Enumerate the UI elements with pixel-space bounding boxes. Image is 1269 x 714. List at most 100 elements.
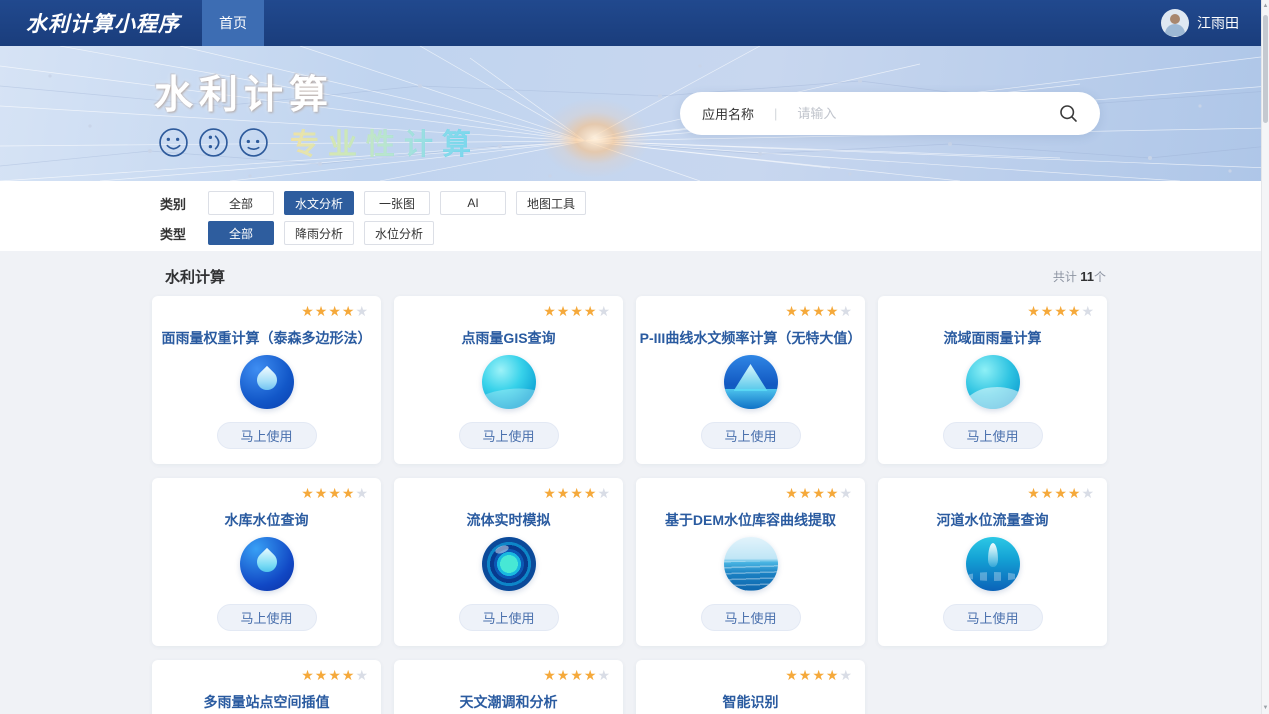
filter-option-button[interactable]: 全部 — [208, 221, 274, 245]
app-icon — [724, 537, 778, 591]
app-title: 点雨量GIS查询 — [394, 329, 623, 347]
app-title: 基于DEM水位库容曲线提取 — [636, 511, 865, 529]
filter-option-button[interactable]: 水位分析 — [364, 221, 434, 245]
smiley-icon — [238, 127, 269, 158]
filter-option-button[interactable]: 全部 — [208, 191, 274, 215]
tab-home[interactable]: 首页 — [202, 0, 264, 46]
use-now-button[interactable]: 马上使用 — [217, 422, 317, 449]
app-icon — [724, 355, 778, 409]
app-title: 河道水位流量查询 — [878, 511, 1107, 529]
star-icon: ★ — [799, 485, 813, 501]
filter-label: 类型 — [160, 224, 206, 243]
star-icon: ★ — [1081, 485, 1095, 501]
user-name: 江雨田 — [1197, 13, 1239, 33]
star-icon: ★ — [355, 303, 369, 319]
search-divider: | — [774, 106, 777, 121]
use-now-button[interactable]: 马上使用 — [217, 604, 317, 631]
app-title: 流体实时模拟 — [394, 511, 623, 529]
filter-option-button[interactable]: 水文分析 — [284, 191, 354, 215]
star-icon: ★ — [785, 303, 799, 319]
star-icon: ★ — [826, 667, 840, 683]
star-icon: ★ — [315, 667, 329, 683]
use-now-button[interactable]: 马上使用 — [701, 422, 801, 449]
app-card[interactable]: ★★★★★ 流体实时模拟 马上使用 — [394, 478, 623, 646]
star-icon: ★ — [342, 485, 356, 501]
rating-stars: ★★★★★ — [543, 485, 611, 502]
star-icon: ★ — [342, 303, 356, 319]
rating-stars: ★★★★★ — [785, 303, 853, 320]
star-icon: ★ — [826, 485, 840, 501]
star-icon: ★ — [328, 485, 342, 501]
star-icon: ★ — [584, 303, 598, 319]
star-icon: ★ — [812, 485, 826, 501]
app-icon — [482, 355, 536, 409]
star-icon: ★ — [1068, 485, 1082, 501]
use-now-button[interactable]: 马上使用 — [701, 604, 801, 631]
filter-option-button[interactable]: 地图工具 — [516, 191, 586, 215]
search-button[interactable] — [1059, 104, 1078, 123]
star-icon: ★ — [839, 667, 853, 683]
use-now-button[interactable]: 马上使用 — [459, 422, 559, 449]
filter-option-button[interactable]: 降雨分析 — [284, 221, 354, 245]
star-icon: ★ — [301, 667, 315, 683]
filter-option-button[interactable]: AI — [440, 191, 506, 215]
app-card[interactable]: ★★★★★ 流域面雨量计算 马上使用 — [878, 296, 1107, 464]
use-now-button[interactable]: 马上使用 — [459, 604, 559, 631]
rating-stars: ★★★★★ — [301, 667, 369, 684]
rating-stars: ★★★★★ — [1027, 485, 1095, 502]
user-menu[interactable]: 江雨田 — [1161, 0, 1239, 46]
tab-home-label: 首页 — [219, 13, 247, 33]
star-icon: ★ — [1068, 303, 1082, 319]
star-icon: ★ — [584, 667, 598, 683]
search-label: 应用名称 — [702, 104, 754, 123]
app-card[interactable]: ★★★★★ 面雨量权重计算（泰森多边形法） 马上使用 — [152, 296, 381, 464]
app-card[interactable]: ★★★★★ 点雨量GIS查询 马上使用 — [394, 296, 623, 464]
filter-options: 全部水文分析一张图 AI 地图工具 — [208, 191, 586, 215]
avatar — [1161, 9, 1189, 37]
star-icon: ★ — [812, 303, 826, 319]
scrollbar-thumb[interactable] — [1263, 15, 1268, 123]
filter-label: 类别 — [160, 194, 206, 213]
star-icon: ★ — [328, 667, 342, 683]
filter-option-button[interactable]: 一张图 — [364, 191, 430, 215]
section-header: 水利计算 共计 11个 — [152, 256, 1108, 296]
filter-row: 类别 全部水文分析一张图 AI 地图工具 — [160, 191, 1269, 215]
star-icon: ★ — [301, 303, 315, 319]
rating-stars: ★★★★★ — [301, 303, 369, 320]
search-icon — [1059, 104, 1078, 123]
hero-subtitle-row: 专业性计算 — [158, 121, 480, 163]
search-input[interactable] — [797, 106, 1059, 121]
star-icon: ★ — [570, 303, 584, 319]
star-icon: ★ — [543, 667, 557, 683]
use-now-button[interactable]: 马上使用 — [943, 422, 1043, 449]
star-icon: ★ — [543, 303, 557, 319]
star-icon: ★ — [799, 667, 813, 683]
rating-stars: ★★★★★ — [543, 667, 611, 684]
star-icon: ★ — [1054, 485, 1068, 501]
scroll-down-arrow[interactable]: ▼ — [1262, 705, 1269, 711]
app-icon — [966, 537, 1020, 591]
smiley-icon — [198, 127, 229, 158]
scroll-up-arrow[interactable]: ▲ — [1262, 3, 1269, 9]
star-icon: ★ — [355, 485, 369, 501]
star-icon: ★ — [543, 485, 557, 501]
top-navbar: 水利计算小程序 首页 江雨田 — [0, 0, 1269, 46]
star-icon: ★ — [597, 485, 611, 501]
app-card[interactable]: ★★★★★ 基于DEM水位库容曲线提取 马上使用 — [636, 478, 865, 646]
rating-stars: ★★★★★ — [785, 667, 853, 684]
app-card[interactable]: ★★★★★ 智能识别 马上使用 — [636, 660, 865, 714]
app-card[interactable]: ★★★★★ P-III曲线水文频率计算（无特大值） 马上使用 — [636, 296, 865, 464]
star-icon: ★ — [328, 303, 342, 319]
app-card[interactable]: ★★★★★ 天文潮调和分析 马上使用 — [394, 660, 623, 714]
star-icon: ★ — [1081, 303, 1095, 319]
filter-row: 类型 全部降雨分析水位分析 — [160, 221, 1269, 245]
app-title: 智能识别 — [636, 693, 865, 711]
star-icon: ★ — [355, 667, 369, 683]
use-now-button[interactable]: 马上使用 — [943, 604, 1043, 631]
page-scrollbar[interactable]: ▲ ▼ — [1261, 0, 1269, 714]
app-card[interactable]: ★★★★★ 水库水位查询 马上使用 — [152, 478, 381, 646]
app-title: 多雨量站点空间插值 — [152, 693, 381, 711]
star-icon: ★ — [315, 303, 329, 319]
app-card[interactable]: ★★★★★ 多雨量站点空间插值 马上使用 — [152, 660, 381, 714]
app-card[interactable]: ★★★★★ 河道水位流量查询 马上使用 — [878, 478, 1107, 646]
